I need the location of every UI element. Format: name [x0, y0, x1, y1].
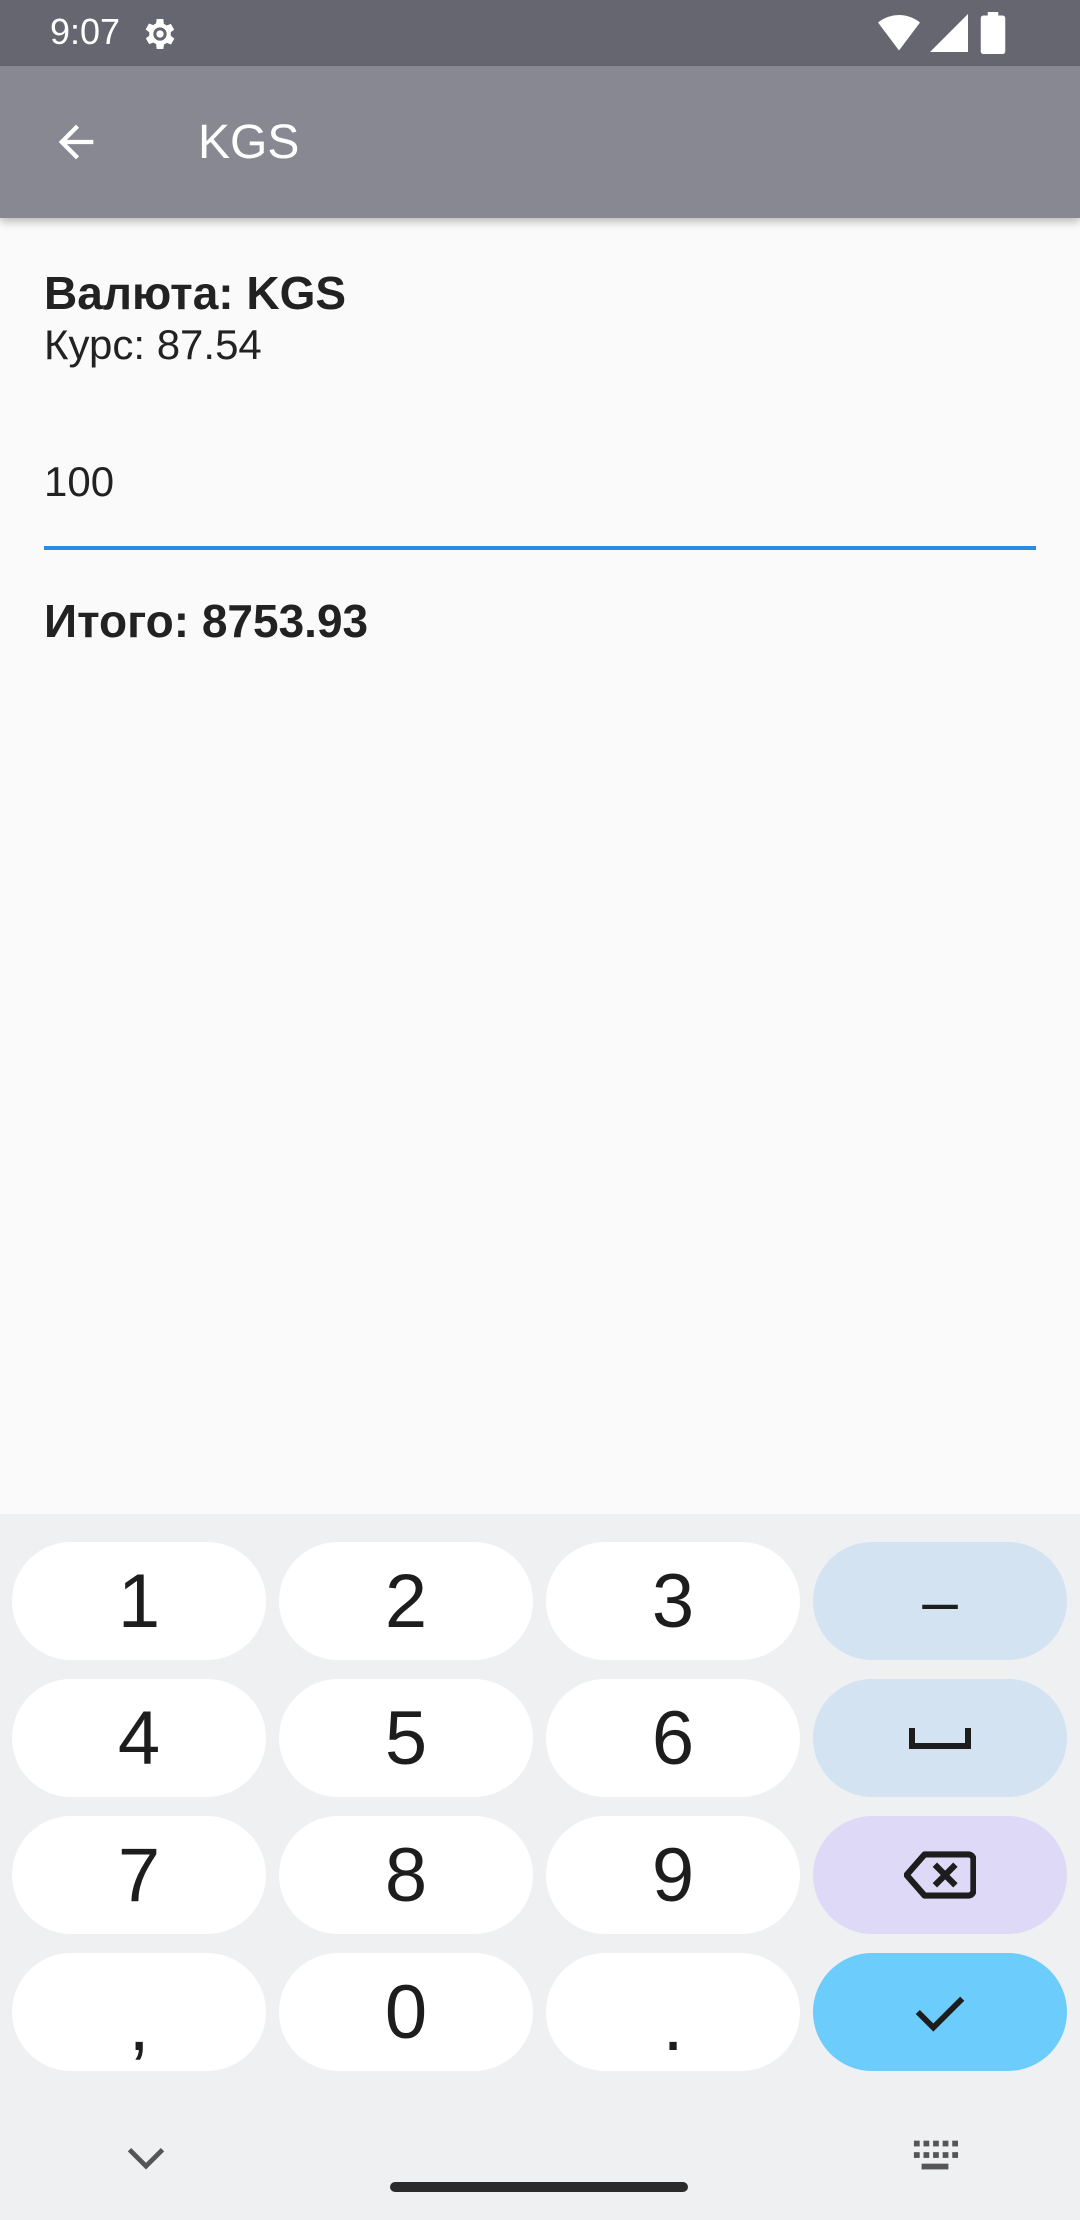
key-1[interactable]: 1	[12, 1542, 266, 1660]
main-content: Валюта: KGS Курс: 87.54 Итого: 8753.93	[0, 218, 1080, 1514]
amount-input[interactable]	[44, 450, 1036, 514]
key-9[interactable]: 9	[546, 1816, 800, 1934]
total-label: Итого: 8753.93	[44, 595, 369, 647]
key-7[interactable]: 7	[12, 1816, 266, 1934]
status-bar: 9:07	[0, 0, 1080, 66]
key-2[interactable]: 2	[279, 1542, 533, 1660]
key-label: ,	[128, 1981, 150, 2067]
key-label: 0	[384, 1969, 428, 2055]
key-enter[interactable]	[813, 1953, 1067, 2071]
chevron-down-icon[interactable]	[124, 2141, 168, 2173]
key-4[interactable]: 4	[12, 1679, 266, 1797]
key-comma[interactable]: ,	[12, 1953, 266, 2071]
key-6[interactable]: 6	[546, 1679, 800, 1797]
keyboard-switch-icon[interactable]	[912, 2138, 958, 2174]
checkmark-icon	[915, 1996, 965, 2032]
key-label: 6	[651, 1695, 695, 1781]
wifi-icon	[878, 15, 920, 51]
battery-icon	[980, 12, 1006, 54]
key-5[interactable]: 5	[279, 1679, 533, 1797]
signal-icon	[930, 14, 968, 52]
status-time: 9:07	[50, 11, 121, 52]
backspace-icon	[904, 1851, 976, 1899]
key-0[interactable]: 0	[279, 1953, 533, 2071]
key-label: 1	[117, 1558, 161, 1644]
key-label: 5	[384, 1695, 428, 1781]
gear-icon	[145, 19, 175, 49]
home-indicator[interactable]	[390, 2182, 688, 2192]
key-3[interactable]: 3	[546, 1542, 800, 1660]
key-label: 4	[117, 1695, 161, 1781]
key-backspace[interactable]	[813, 1816, 1067, 1934]
key-minus[interactable]: –	[813, 1542, 1067, 1660]
page-title: KGS	[198, 116, 300, 169]
input-underline	[44, 546, 1036, 550]
back-button[interactable]	[36, 110, 116, 174]
key-period[interactable]: .	[546, 1953, 800, 2071]
key-label: 7	[117, 1832, 161, 1918]
numeric-keyboard: 1 2 3 – 4 5 6 7 8 9 , 0 .	[0, 1514, 1080, 2220]
key-space[interactable]	[813, 1679, 1067, 1797]
key-label: 2	[384, 1558, 428, 1644]
key-label: .	[662, 1981, 684, 2067]
key-8[interactable]: 8	[279, 1816, 533, 1934]
key-label: 3	[651, 1558, 695, 1644]
space-icon	[909, 1728, 971, 1749]
currency-label: Валюта: KGS	[44, 267, 347, 319]
app-bar: KGS	[0, 66, 1080, 218]
arrow-back-icon	[58, 124, 94, 160]
key-label: 9	[651, 1832, 695, 1918]
key-label: –	[922, 1565, 958, 1637]
rate-label: Курс: 87.54	[44, 321, 262, 368]
key-label: 8	[384, 1832, 428, 1918]
